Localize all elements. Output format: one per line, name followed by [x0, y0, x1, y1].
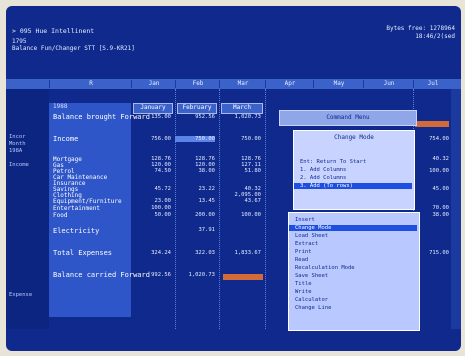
- row-food[interactable]: Food: [53, 212, 67, 219]
- cell-feb-income[interactable]: 750.00: [175, 136, 215, 142]
- cell-feb-equipment[interactable]: 13.45: [175, 198, 215, 204]
- cell-jul-food[interactable]: 38.00: [415, 212, 449, 218]
- cell-mar-petrol[interactable]: 51.80: [219, 168, 261, 174]
- margin-label: Expense: [9, 292, 33, 298]
- cell-jul-mortgage[interactable]: 40.32: [415, 156, 449, 162]
- command-menu-title[interactable]: Command Menu: [279, 110, 417, 126]
- cell-jul-savings[interactable]: 45.00: [415, 186, 449, 192]
- right-scroll-area[interactable]: [451, 89, 461, 329]
- cell-feb-total[interactable]: 322.03: [175, 250, 215, 256]
- submenu-item-add-rows[interactable]: 3. Add (To rows): [294, 183, 412, 189]
- menu-item-write[interactable]: Write: [295, 289, 312, 295]
- cell-jan-savings[interactable]: 45.72: [131, 186, 171, 192]
- menu-item-extract[interactable]: Extract: [295, 241, 318, 247]
- month-header-january[interactable]: January: [133, 103, 173, 114]
- app-title: > 095 Hue Intellinent: [12, 27, 95, 35]
- cell-jan-income[interactable]: 756.00: [131, 136, 171, 142]
- column-header-jan[interactable]: Jan: [131, 80, 176, 88]
- cell-jan-balance-carried[interactable]: 992.56: [131, 272, 171, 278]
- cell-mar-income[interactable]: 750.00: [219, 136, 261, 142]
- cell-jul-total[interactable]: 715.00: [415, 250, 449, 256]
- column-header-apr[interactable]: Apr: [265, 80, 314, 88]
- column-header-jul[interactable]: Jul: [413, 80, 452, 88]
- cell-mar-balance-fwd[interactable]: 1,020.73: [219, 114, 262, 120]
- cell-jan-equipment[interactable]: 23.00: [131, 198, 171, 204]
- cell-jan-food[interactable]: 50.00: [131, 212, 171, 218]
- row-margin: Incor Month 198A Income Expense: [6, 89, 49, 329]
- cell-mar-entertainment[interactable]: 100.00: [219, 212, 261, 218]
- menu-item-print[interactable]: Print: [295, 249, 312, 255]
- memory-status: Bytes free: 1278964 18:46/2(sed: [386, 25, 455, 41]
- menu-item-title[interactable]: Title: [295, 281, 312, 287]
- menu-item-change-mode[interactable]: Change Mode: [289, 225, 417, 231]
- column-header-jun[interactable]: Jun: [363, 80, 414, 88]
- cell-feb-entertainment[interactable]: 200.00: [175, 212, 215, 218]
- menu-item-change-line[interactable]: Change Line: [295, 305, 331, 311]
- cell-jan-balance-fwd[interactable]: 135.00: [131, 114, 171, 120]
- margin-label: Incor: [9, 134, 26, 140]
- cell-feb-balance-carried[interactable]: 1,020.73: [175, 272, 216, 278]
- menu-item-recalculation-mode[interactable]: Recalculation Mode: [295, 265, 355, 271]
- year-label: 1988: [53, 103, 68, 110]
- margin-label: Month: [9, 141, 26, 147]
- cell-mar-equipment[interactable]: 43.67: [219, 198, 261, 204]
- margin-label: Income: [9, 162, 29, 168]
- submenu-item-add-columns[interactable]: 1. Add Columns: [300, 167, 346, 173]
- month-header-march[interactable]: March: [221, 103, 263, 114]
- menu-item-calculator[interactable]: Calculator: [295, 297, 328, 303]
- column-header-mar[interactable]: Mar: [219, 80, 266, 88]
- row-entertainment[interactable]: Entertainment: [53, 205, 100, 212]
- menu-item-insert[interactable]: Insert: [295, 217, 315, 223]
- cell-feb-petrol[interactable]: 38.00: [175, 168, 215, 174]
- cell-jul-petrol[interactable]: 100.00: [415, 168, 449, 174]
- row-equipment[interactable]: Equipment/Furniture: [53, 198, 122, 205]
- cell-address: 1795: [12, 38, 27, 45]
- cell-jan-petrol[interactable]: 74.50: [131, 168, 171, 174]
- menu-item-read[interactable]: Read: [295, 257, 308, 263]
- change-mode-title: Change Mode: [334, 134, 374, 141]
- month-header-february[interactable]: February: [177, 103, 217, 114]
- column-header-label[interactable]: R: [49, 80, 132, 88]
- column-header-may[interactable]: May: [313, 80, 364, 88]
- submenu-item-add-columns-2[interactable]: 2. Add Columns: [300, 175, 346, 181]
- column-header-bar: R Jan Feb Mar Apr May Jun Jul: [6, 79, 461, 89]
- time-status: 18:46/2(sed: [415, 33, 455, 40]
- column-divider: [219, 89, 220, 329]
- orange-cell-marker: [223, 274, 263, 280]
- cell-feb-balance-fwd[interactable]: 952.56: [175, 114, 215, 120]
- cell-feb-savings[interactable]: 23.22: [175, 186, 215, 192]
- margin-label: 198A: [9, 148, 23, 154]
- spreadsheet-screen: > 095 Hue Intellinent Bytes free: 127896…: [6, 6, 461, 351]
- cell-feb-electricity[interactable]: 37.91: [175, 227, 215, 233]
- change-mode-submenu: Change Mode Ent: Return To Start 1. Add …: [293, 130, 415, 210]
- cell-contents-line: Balance Fun/Changer STT [S.9-KR21]: [12, 45, 135, 52]
- cell-jan-entertainment[interactable]: 100.00: [131, 205, 171, 211]
- submenu-item-return[interactable]: Ent: Return To Start: [300, 159, 366, 165]
- row-electricity[interactable]: Electricity: [53, 227, 99, 235]
- row-income[interactable]: Income: [53, 135, 78, 143]
- column-divider: [265, 89, 266, 329]
- cell-mar-total[interactable]: 1,833.67: [219, 250, 262, 256]
- command-menu-list: Insert Change Mode Load Sheet Extract Pr…: [288, 212, 420, 331]
- cell-jul-entertainment[interactable]: 70.00: [415, 205, 449, 211]
- cell-jul-income[interactable]: 754.00: [415, 136, 449, 142]
- column-header-feb[interactable]: Feb: [175, 80, 220, 88]
- bytes-free: Bytes free: 1278964: [386, 25, 455, 32]
- column-divider: [175, 89, 176, 329]
- row-total-expenses[interactable]: Total Expenses: [53, 249, 112, 257]
- menu-item-load-sheet[interactable]: Load Sheet: [295, 233, 328, 239]
- orange-cell-marker: [415, 121, 449, 127]
- cell-jan-total[interactable]: 324.24: [131, 250, 171, 256]
- menu-item-save-sheet[interactable]: Save Sheet: [295, 273, 328, 279]
